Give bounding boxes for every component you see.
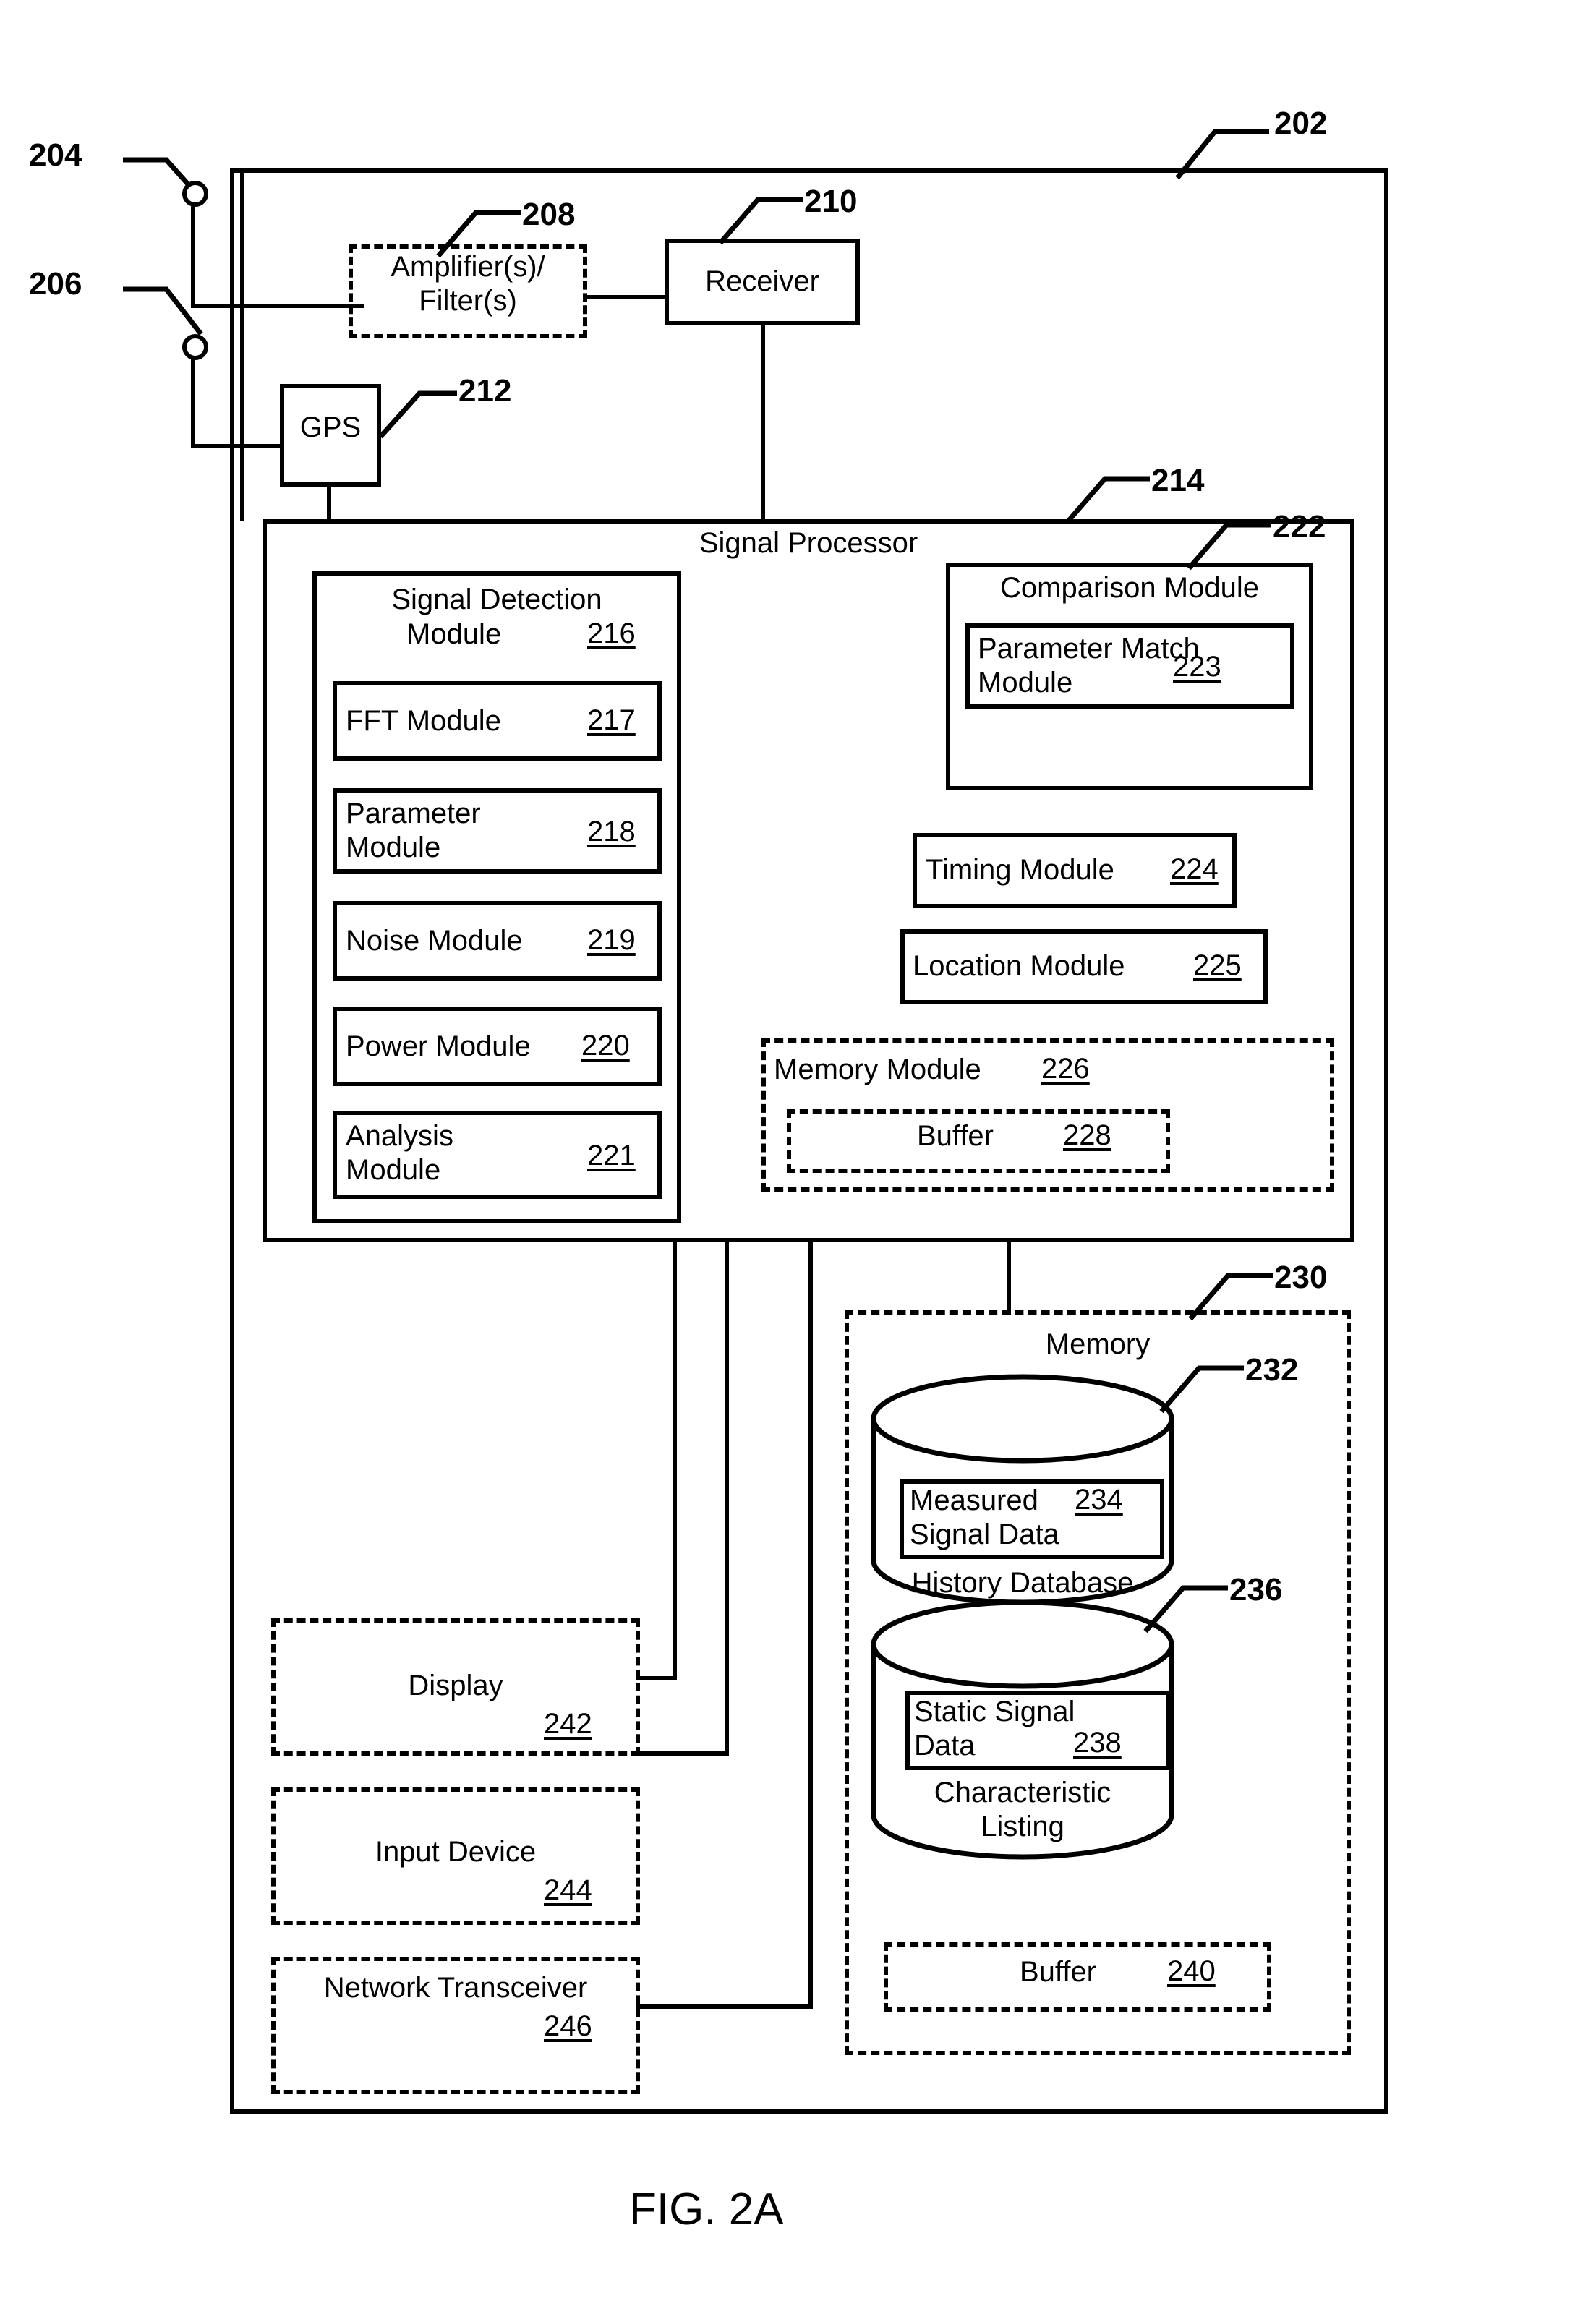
- network-transceiver-label: Network Transceiver: [323, 1972, 588, 2004]
- fft-module-ref: 217: [587, 704, 636, 736]
- input-device-label: Input Device: [375, 1836, 537, 1868]
- gps-label: GPS: [299, 411, 362, 443]
- connector-network-transceiver-horizontal: [636, 2004, 813, 2009]
- connector-input-device-vertical: [725, 1242, 729, 1756]
- measured-signal-line2: Signal Data: [910, 1519, 1059, 1551]
- callout-222: 222: [1273, 509, 1326, 544]
- timing-module-label: Timing Module: [926, 854, 1114, 886]
- amplifier-to-receiver-link: [587, 295, 668, 299]
- parameter-module-line1: Parameter: [346, 798, 481, 829]
- location-module-label: Location Module: [913, 950, 1125, 982]
- callout-206: 206: [29, 266, 82, 302]
- parameter-module-ref: 218: [587, 816, 636, 847]
- memory-module-buffer-ref: 228: [1063, 1119, 1111, 1151]
- connector-memory-vertical: [1007, 1242, 1011, 1315]
- display-label: Display: [408, 1670, 503, 1701]
- analysis-module-line2: Module: [346, 1154, 441, 1187]
- measured-signal-data-label: Measured Signal Data: [910, 1484, 1059, 1552]
- characteristic-listing-line2: Listing: [981, 1811, 1064, 1843]
- antenna-node-206: [182, 334, 208, 360]
- signal-detection-module-title2: Module: [406, 618, 501, 652]
- antenna-206-feed: [191, 359, 195, 448]
- patent-figure-canvas: 202 204 206 Amplifier(s)/ Filter(s) 208 …: [0, 0, 1596, 2298]
- analysis-module-ref: 221: [587, 1140, 636, 1171]
- receiver-label: Receiver: [705, 265, 819, 297]
- static-signal-characteristic-label: Characteristic Listing: [868, 1776, 1177, 1844]
- parameter-match-module-ref: 223: [1173, 651, 1221, 683]
- callout-214: 214: [1151, 463, 1205, 498]
- memory-module-buffer-label: Buffer: [917, 1120, 994, 1152]
- signal-detection-line1: Signal Detection: [391, 584, 602, 615]
- characteristic-listing-line1: Characteristic: [934, 1777, 1111, 1808]
- power-module-ref: 220: [581, 1030, 630, 1062]
- signal-detection-module-ref: 216: [587, 618, 636, 649]
- callout-212: 212: [458, 373, 512, 409]
- input-device-ref: 244: [544, 1874, 592, 1906]
- parameter-module-line2: Module: [346, 832, 441, 864]
- connector-network-transceiver-vertical: [808, 1242, 813, 2009]
- static-signal-line2: Data: [914, 1730, 976, 1762]
- receiver-to-signal-processor: [761, 325, 765, 519]
- connector-input-device-horizontal: [636, 1751, 729, 1756]
- callout-202: 202: [1274, 106, 1328, 141]
- antenna-node-204: [182, 181, 208, 207]
- history-database-label: History Database: [911, 1567, 1134, 1599]
- measured-signal-line1: Measured: [910, 1485, 1038, 1516]
- callout-230: 230: [1274, 1260, 1328, 1295]
- antenna-206-to-gps: [191, 444, 282, 448]
- static-signal-data-label: Static Signal Data: [914, 1695, 1075, 1763]
- analysis-module-line1: Analysis: [346, 1120, 453, 1152]
- comparison-module-label: Comparison Module: [1000, 572, 1259, 604]
- system-left-rail: [240, 168, 244, 521]
- callout-236: 236: [1229, 1572, 1283, 1607]
- parameter-match-line1: Parameter Match: [978, 633, 1200, 665]
- signal-detection-module-title: Signal Detection: [320, 583, 674, 617]
- noise-module-label: Noise Module: [346, 925, 523, 957]
- noise-module-ref: 219: [587, 924, 636, 956]
- parameter-match-line2: Module: [978, 667, 1073, 699]
- display-ref: 242: [544, 1708, 592, 1740]
- callout-204: 204: [29, 137, 82, 173]
- timing-module-ref: 224: [1170, 853, 1219, 885]
- signal-detection-line2: Module: [406, 618, 502, 650]
- gps-to-signal-processor: [327, 487, 331, 523]
- amplifier-filter-label: Amplifier(s)/ Filter(s): [349, 250, 587, 318]
- static-signal-data-ref: 238: [1073, 1727, 1122, 1759]
- memory-module-label: Memory Module: [774, 1054, 981, 1085]
- measured-signal-data-ref: 234: [1075, 1484, 1123, 1516]
- parameter-module-label: Parameter Module: [346, 797, 481, 865]
- power-module-label: Power Module: [346, 1030, 531, 1062]
- analysis-module-label: Analysis Module: [346, 1119, 453, 1187]
- static-signal-line1: Static Signal: [914, 1696, 1075, 1727]
- callout-208: 208: [522, 197, 576, 232]
- callout-232: 232: [1245, 1352, 1299, 1388]
- connector-display-horizontal: [636, 1676, 677, 1680]
- location-module-ref: 225: [1193, 949, 1242, 981]
- memory-buffer-label: Buffer: [1020, 1956, 1096, 1988]
- amplifier-filter-line2: Filter(s): [419, 285, 517, 317]
- network-transceiver-ref: 246: [544, 2010, 592, 2042]
- connector-display-vertical: [673, 1242, 677, 1680]
- fft-module-label: FFT Module: [346, 705, 501, 737]
- callout-210: 210: [804, 184, 858, 219]
- figure-caption: FIG. 2A: [629, 2184, 784, 2234]
- memory-buffer-ref: 240: [1167, 1955, 1216, 1987]
- parameter-match-module-label: Parameter Match Module: [978, 632, 1200, 700]
- memory-module-ref: 226: [1041, 1053, 1090, 1085]
